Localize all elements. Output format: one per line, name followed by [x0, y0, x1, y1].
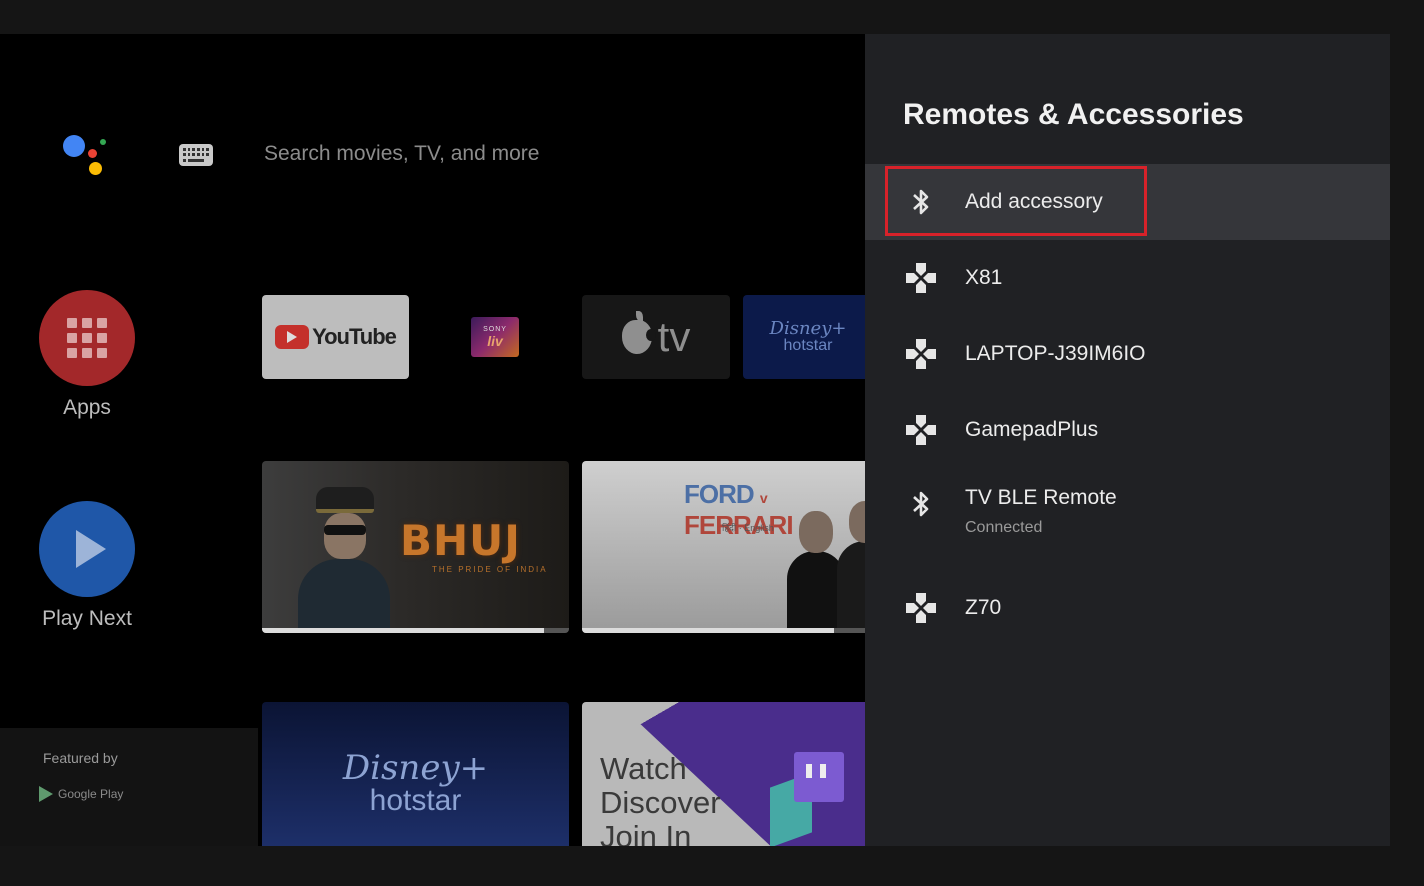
remotes-accessories-panel: Remotes & Accessories Add accessory X81: [865, 34, 1390, 846]
keyboard-icon[interactable]: [179, 144, 213, 166]
apps-button[interactable]: Apps: [39, 290, 135, 420]
menu-item-gamepadplus[interactable]: GamepadPlus: [865, 392, 1390, 468]
apps-label: Apps: [63, 396, 111, 419]
search-bar[interactable]: Search movies, TV, and more: [264, 142, 539, 166]
menu-item-z70[interactable]: Z70: [865, 570, 1390, 646]
promo-hotstar-label: hotstar: [369, 784, 462, 817]
promo-tile-twitch[interactable]: Watch Discover Join In: [582, 702, 872, 846]
play-next-button[interactable]: Play Next: [39, 501, 135, 631]
appletv-label: tv: [657, 313, 691, 360]
panel-title: Remotes & Accessories: [903, 98, 1244, 131]
gamepad-icon: [903, 590, 939, 626]
content-card-bhuj[interactable]: BHUJ THE PRIDE OF INDIA: [262, 461, 569, 633]
youtube-label: YouTube: [312, 324, 397, 349]
twitch-word: Watch: [600, 751, 687, 786]
menu-item-label: LAPTOP-J39IM6IO: [965, 342, 1146, 365]
hotstar-disney-label: Disney+: [769, 318, 847, 339]
bhuj-title: BHUJ: [400, 516, 521, 565]
play-next-label: Play Next: [42, 607, 132, 630]
google-play-icon: [39, 786, 53, 802]
app-tile-sonyliv[interactable]: SONY liv: [420, 295, 570, 379]
ford-title-v: v: [759, 490, 768, 506]
app-tile-appletv[interactable]: tv: [582, 295, 730, 379]
menu-item-x81[interactable]: X81: [865, 240, 1390, 316]
google-play-label: Google Play: [58, 787, 124, 801]
sonyliv-brand: SONY: [483, 325, 507, 333]
google-play-logo: Google Play: [39, 786, 123, 802]
featured-by-section: Featured by Google Play: [0, 728, 258, 846]
accessory-list: Add accessory X81 LAPTOP-J39IM6IO Gamepa…: [865, 164, 1390, 646]
poster-figure: [298, 487, 390, 633]
connection-status: Connected: [965, 519, 1043, 536]
bluetooth-icon: [903, 486, 939, 522]
promo-tile-hotstar[interactable]: Disney+ hotstar: [262, 702, 569, 846]
gamepad-icon: [903, 412, 939, 448]
content-card-ford-v-ferrari[interactable]: FORD v FERRARI हिंदी · English: [582, 461, 872, 633]
menu-item-tv-ble-remote[interactable]: TV BLE Remote Connected: [865, 468, 1390, 570]
menu-item-label: GamepadPlus: [965, 418, 1099, 441]
menu-item-laptop[interactable]: LAPTOP-J39IM6IO: [865, 316, 1390, 392]
play-icon: [39, 501, 135, 597]
watch-progress-bar: [262, 628, 569, 633]
ford-v-ferrari-title: FORD v FERRARI: [684, 479, 872, 541]
app-tile-youtube[interactable]: YouTube: [262, 295, 409, 379]
twitch-word: Discover: [600, 785, 721, 820]
tv-screen: Search movies, TV, and more Apps Play Ne…: [0, 34, 1390, 846]
bhuj-tagline: THE PRIDE OF INDIA: [432, 565, 548, 574]
gamepad-icon: [903, 260, 939, 296]
menu-item-label: X81: [965, 266, 1003, 289]
menu-item-add-accessory[interactable]: Add accessory: [865, 164, 1390, 240]
gamepad-icon: [903, 336, 939, 372]
twitch-word: Join In: [600, 819, 692, 847]
sonyliv-name: liv: [487, 332, 503, 349]
bluetooth-icon: [903, 184, 939, 220]
youtube-play-icon: [275, 325, 310, 349]
menu-item-label: Z70: [965, 596, 1002, 619]
google-assistant-icon[interactable]: [60, 134, 112, 178]
menu-item-label: TV BLE Remote: [965, 486, 1117, 509]
hotstar-name-label: hotstar: [783, 337, 833, 354]
promo-disney-label: Disney+: [342, 748, 489, 788]
app-tile-hotstar[interactable]: Disney+ hotstar: [743, 295, 873, 379]
menu-item-label: Add accessory: [965, 190, 1103, 213]
watch-progress-bar: [582, 628, 872, 633]
sonyliv-logo: SONY liv: [471, 317, 519, 357]
twitch-tagline: Watch Discover Join In: [600, 751, 721, 847]
ford-language-label: हिंदी · English: [722, 523, 774, 533]
twitch-logo-icon: [794, 752, 844, 802]
apps-grid-icon: [39, 290, 135, 386]
ford-title-part: FORD: [684, 479, 755, 509]
featured-by-label: Featured by: [43, 750, 118, 766]
apple-logo-icon: [621, 311, 656, 354]
